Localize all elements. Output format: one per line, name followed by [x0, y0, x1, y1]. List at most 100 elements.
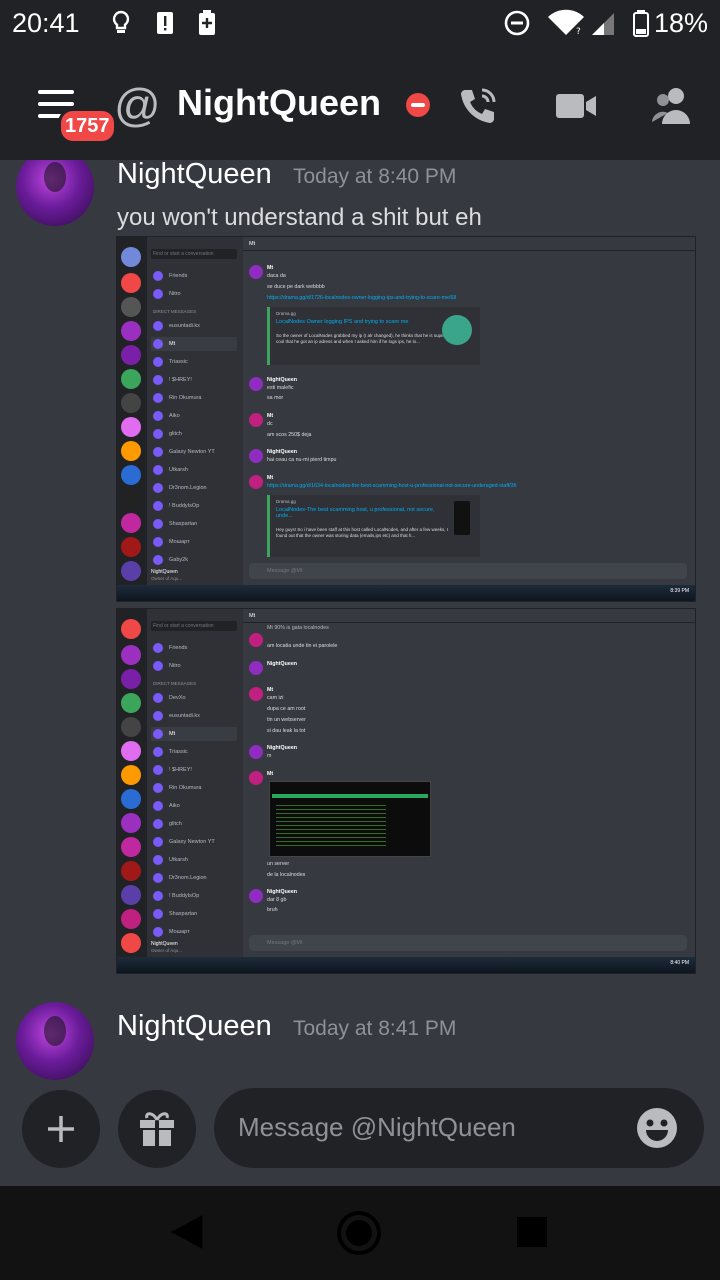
line-text: dar 8 gb — [267, 897, 287, 903]
dm-item: Мошарт — [151, 535, 237, 549]
embed-body: Hey guys! So i have been staff at this h… — [276, 527, 449, 538]
battery-saver-icon — [199, 10, 215, 35]
svg-text:?: ? — [576, 27, 581, 37]
dm-topbar: Mt — [243, 609, 695, 623]
line-text: cam izi — [267, 695, 284, 701]
message-timestamp: Today at 8:40 PM — [293, 165, 457, 188]
screenshot-attachment[interactable]: Find or start a conversation Friends Nit… — [116, 236, 696, 602]
user-panel-name: NightQueen — [151, 941, 178, 947]
channel-title: NightQueen — [177, 82, 381, 123]
status-bar: 20:41 ? 18% — [0, 0, 720, 48]
dm-item: ! $HREY! — [151, 373, 237, 387]
dm-item: Rin Okumura — [151, 391, 237, 405]
dm-sidebar: Find or start a conversation Friends Nit… — [147, 609, 241, 957]
members-icon[interactable] — [650, 84, 694, 128]
dm-nitro: Nitro — [151, 659, 237, 673]
dm-search: Find or start a conversation — [151, 249, 237, 259]
dm-chat: Mt Mt daca da se duce pe dark webbbb htt… — [243, 237, 695, 585]
dm-item: Utkarsh — [151, 853, 237, 867]
message-author[interactable]: NightQueen — [117, 1010, 272, 1043]
gift-button[interactable] — [118, 1090, 196, 1168]
channel-header: 1757 @ NightQueen — [0, 48, 720, 160]
line-text: bruh — [267, 907, 278, 913]
call-icon[interactable] — [456, 84, 500, 128]
dnd-icon — [504, 10, 530, 36]
line-author: Mt — [267, 475, 274, 481]
dm-item: Aiko — [151, 409, 237, 423]
line-text: un server — [267, 861, 290, 867]
line-author: NightQueen — [267, 661, 298, 667]
taskbar-clock: 8:39 PM — [670, 588, 689, 594]
line-author: Mt — [267, 413, 274, 419]
back-icon[interactable] — [170, 1214, 204, 1250]
line-text: m — [267, 753, 272, 759]
dm-item: Galaxy Newton YT — [151, 835, 237, 849]
line-author: NightQueen — [267, 889, 298, 895]
plus-icon — [48, 1116, 74, 1142]
dm-item: ! BuddyIsOp — [151, 499, 237, 513]
video-icon[interactable] — [554, 84, 598, 128]
avatar[interactable] — [16, 1002, 94, 1080]
recents-icon[interactable] — [516, 1216, 548, 1248]
line-text: hai ceau ca nu-mi pierd timpu — [267, 457, 337, 463]
dm-item: eusuntadi.kx — [151, 709, 237, 723]
line-text: sa mor — [267, 395, 284, 401]
line-author: NightQueen — [267, 449, 298, 455]
add-attachment-button[interactable] — [22, 1090, 100, 1168]
dm-item: Dr3nom.Legion — [151, 481, 237, 495]
line-text: am scos 250$ deja — [267, 432, 312, 438]
status-time: 20:41 — [12, 8, 80, 38]
unread-badge: 1757 — [58, 108, 117, 144]
embed-title: LocalNodes-The best scamming host, u pro… — [276, 507, 435, 519]
user-panel-status: Owner of Aqu... — [151, 948, 183, 953]
line-text: de la localnodes — [267, 872, 306, 878]
link-embed: Drama.gg LocalNodes Owner logging IPS an… — [267, 307, 480, 365]
line-author: NightQueen — [267, 745, 298, 751]
line-link: https://drama.gg/d/1634-localnodes-the-b… — [267, 483, 517, 489]
dm-item: Utkarsh — [151, 463, 237, 477]
gift-icon — [140, 1112, 174, 1146]
composer-bar: Message @NightQueen — [0, 1080, 720, 1186]
line-text: si dau leak la tot — [267, 728, 306, 734]
embed-site: Drama.gg — [276, 499, 296, 504]
dm-search: Find or start a conversation — [151, 621, 237, 631]
screenshot-attachment[interactable]: Find or start a conversation Friends Nit… — [116, 608, 696, 974]
battery-percent: 18% — [653, 8, 708, 38]
user-panel-name: NightQueen — [151, 569, 178, 575]
taskbar: 8:40 PM — [117, 957, 695, 973]
taskbar-clock: 8:40 PM — [670, 960, 689, 966]
line-text: daca da — [267, 273, 286, 279]
message-input[interactable]: Message @NightQueen — [214, 1088, 704, 1168]
dm-item: Rin Okumura — [151, 781, 237, 795]
emoji-icon[interactable] — [636, 1107, 678, 1149]
lightbulb-icon — [112, 10, 130, 33]
dm-item: Triassic — [151, 745, 237, 759]
dm-section-label: DIRECT MESSAGES — [153, 681, 197, 686]
dm-friends: Friends — [151, 269, 237, 283]
dm-item: glitch — [151, 817, 237, 831]
line-text: am locatia unde tin ei parolele — [267, 643, 338, 649]
line-text: esti malefic — [267, 385, 294, 391]
line-author: Mt — [267, 687, 274, 693]
dm-item: eusuntadi.kx — [151, 319, 237, 333]
system-nav-bar — [0, 1186, 720, 1280]
line-text: tin un webserver — [267, 717, 306, 723]
message-list[interactable]: NightQueen Today at 8:40 PM you won't un… — [0, 160, 720, 1080]
dm-item: Gaby2k — [151, 553, 237, 567]
dm-item: Shaxpartan — [151, 517, 237, 531]
link-embed: Drama.gg LocalNodes-The best scamming ho… — [267, 495, 480, 557]
avatar[interactable] — [16, 160, 94, 226]
line-text: dc — [267, 421, 273, 427]
server-list — [117, 237, 147, 585]
terminal-image — [269, 781, 431, 857]
line-text: dupa ce am root — [267, 706, 306, 712]
dm-section-label: DIRECT MESSAGES — [153, 309, 197, 314]
message-author[interactable]: NightQueen — [117, 160, 272, 191]
dm-item: Galaxy Newton YT — [151, 445, 237, 459]
dm-item: DevXo — [151, 691, 237, 705]
battery-icon — [633, 10, 649, 37]
user-panel-status: Owner of Aqu... — [151, 576, 183, 581]
line-author: Mt — [267, 265, 274, 271]
wifi-icon: ? — [548, 9, 584, 37]
home-icon[interactable] — [336, 1210, 382, 1256]
